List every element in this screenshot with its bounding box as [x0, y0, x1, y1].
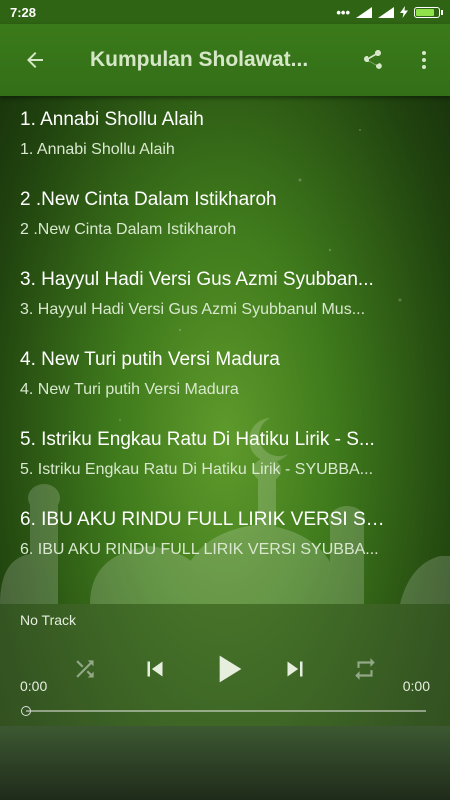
- app-bar: Kumpulan Sholawat...: [0, 24, 450, 96]
- song-subtitle: 6. IBU AKU RINDU FULL LIRIK VERSI SYUBBA…: [20, 541, 379, 558]
- repeat-button[interactable]: [340, 644, 390, 694]
- list-item[interactable]: 1. Annabi Shollu Alaih 1. Annabi Shollu …: [0, 96, 450, 176]
- music-player: No Track 0:00 0:00: [0, 604, 450, 726]
- play-button[interactable]: [203, 644, 253, 694]
- shuffle-icon: [76, 660, 94, 678]
- previous-button[interactable]: [130, 644, 180, 694]
- notification-dots: •••: [336, 4, 350, 20]
- list-item[interactable]: 3. Hayyul Hadi Versi Gus Azmi Syubban...…: [0, 256, 450, 336]
- share-icon: [364, 50, 382, 69]
- previous-icon: [147, 661, 163, 677]
- shuffle-button[interactable]: [60, 644, 110, 694]
- bottom-banner: [0, 726, 450, 800]
- seek-thumb[interactable]: [21, 706, 31, 716]
- status-time: 7:28: [10, 4, 37, 20]
- more-options-button[interactable]: [398, 24, 450, 96]
- song-title: 1. Annabi Shollu Alaih: [20, 109, 204, 130]
- song-subtitle: 5. Istriku Engkau Ratu Di Hatiku Lirik -…: [20, 461, 374, 478]
- next-icon: [287, 661, 303, 677]
- page-title: Kumpulan Sholawat...: [90, 48, 309, 71]
- player-controls: [0, 644, 450, 694]
- song-subtitle: 3. Hayyul Hadi Versi Gus Azmi Syubbanul …: [20, 301, 366, 318]
- song-title: 4. New Turi putih Versi Madura: [20, 349, 280, 370]
- list-item[interactable]: 6. IBU AKU RINDU FULL LIRIK VERSI SY... …: [0, 496, 450, 576]
- repeat-icon: [355, 658, 375, 680]
- share-button[interactable]: [346, 24, 398, 96]
- list-item[interactable]: 2 .New Cinta Dalam Istikharoh 2 .New Cin…: [0, 176, 450, 256]
- track-name: No Track: [20, 612, 77, 628]
- status-icons: •••: [336, 4, 443, 20]
- back-button[interactable]: [0, 24, 70, 96]
- battery-icon: [414, 6, 443, 18]
- song-list: 1. Annabi Shollu Alaih 1. Annabi Shollu …: [0, 96, 450, 576]
- song-title: 6. IBU AKU RINDU FULL LIRIK VERSI SY...: [20, 509, 390, 530]
- list-item[interactable]: 5. Istriku Engkau Ratu Di Hatiku Lirik -…: [0, 416, 450, 496]
- battery-fill: [416, 8, 434, 16]
- list-item[interactable]: 4. New Turi putih Versi Madura 4. New Tu…: [0, 336, 450, 416]
- status-bar: 7:28 •••: [0, 0, 450, 24]
- play-icon: [219, 655, 242, 683]
- song-title: 2 .New Cinta Dalam Istikharoh: [20, 189, 277, 210]
- duration-time: 0:00: [402, 678, 430, 694]
- seek-bar[interactable]: [21, 706, 426, 716]
- elapsed-time: 0:00: [20, 678, 48, 694]
- more-vert-icon: [422, 51, 426, 69]
- charging-icon: [400, 6, 408, 18]
- song-subtitle: 2 .New Cinta Dalam Istikharoh: [20, 221, 237, 238]
- back-arrow-icon: [27, 52, 43, 68]
- song-title: 3. Hayyul Hadi Versi Gus Azmi Syubban...: [20, 269, 374, 290]
- signal-icon: [356, 6, 372, 18]
- next-button[interactable]: [270, 644, 320, 694]
- song-title: 5. Istriku Engkau Ratu Di Hatiku Lirik -…: [20, 429, 375, 450]
- song-subtitle: 1. Annabi Shollu Alaih: [20, 141, 175, 158]
- signal-icon: [378, 6, 394, 18]
- song-subtitle: 4. New Turi putih Versi Madura: [20, 381, 239, 398]
